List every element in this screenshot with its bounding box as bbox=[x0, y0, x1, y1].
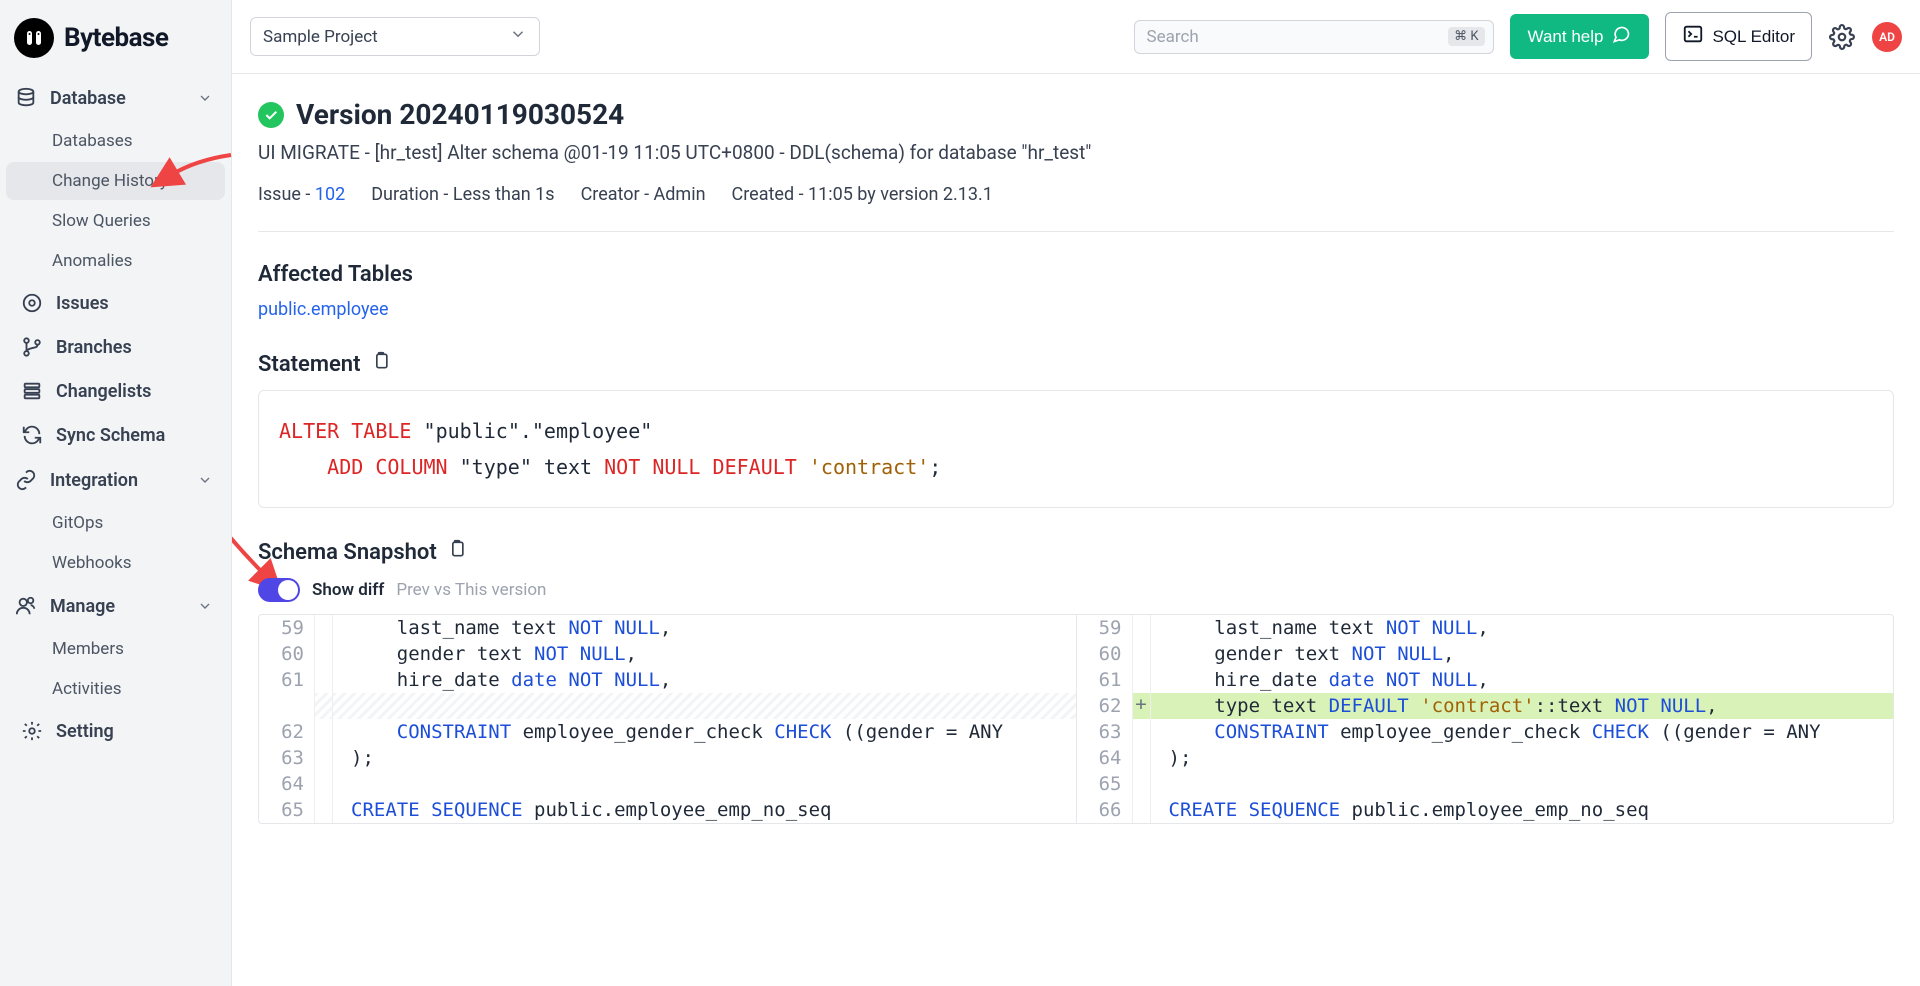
sidebar-item-slow-queries[interactable]: Slow Queries bbox=[6, 202, 225, 240]
avatar[interactable]: AD bbox=[1872, 22, 1902, 52]
database-icon bbox=[14, 86, 38, 110]
chevron-down-icon bbox=[193, 468, 217, 492]
diff-line: 60 gender text NOT NULL, bbox=[1077, 641, 1894, 667]
page-title: Version 20240119030524 bbox=[296, 98, 624, 131]
affected-tables-heading: Affected Tables bbox=[258, 262, 1894, 287]
diff-pane-prev: 59 last_name text NOT NULL,60 gender tex… bbox=[259, 615, 1077, 823]
diff-line: 65CREATE SEQUENCE public.employee_emp_no… bbox=[259, 797, 1076, 823]
sidebar-group-label: Database bbox=[50, 88, 126, 109]
diff-line: 63); bbox=[259, 745, 1076, 771]
sidebar-group-integration[interactable]: Integration bbox=[0, 458, 231, 502]
sidebar-item-gitops[interactable]: GitOps bbox=[6, 504, 225, 542]
want-help-button[interactable]: Want help bbox=[1510, 14, 1650, 59]
kbd-shortcut: ⌘ K bbox=[1448, 27, 1484, 46]
diff-line: 66CREATE SEQUENCE public.employee_emp_no… bbox=[1077, 797, 1894, 823]
diff-line: 64); bbox=[1077, 745, 1894, 771]
branch-icon bbox=[20, 335, 44, 359]
sidebar-item-sync-schema[interactable]: Sync Schema bbox=[6, 414, 225, 456]
users-icon bbox=[14, 594, 38, 618]
bytebase-logo-icon bbox=[14, 18, 54, 58]
diff-line: 63 CONSTRAINT employee_gender_check CHEC… bbox=[1077, 719, 1894, 745]
sidebar-item-databases[interactable]: Databases bbox=[6, 122, 225, 160]
changelist-icon bbox=[20, 379, 44, 403]
sql-editor-button[interactable]: SQL Editor bbox=[1665, 12, 1812, 61]
sidebar-group-manage[interactable]: Manage bbox=[0, 584, 231, 628]
diff-line: 61 hire_date date NOT NULL, bbox=[259, 667, 1076, 693]
statement-heading: Statement bbox=[258, 350, 1894, 378]
sidebar-item-activities[interactable]: Activities bbox=[6, 670, 225, 708]
sidebar-group-database[interactable]: Database bbox=[0, 76, 231, 120]
show-diff-label: Show diff bbox=[312, 580, 384, 600]
clipboard-icon[interactable] bbox=[447, 538, 467, 566]
main: Sample Project Search ⌘ K Want help SQL … bbox=[232, 0, 1920, 986]
affected-table-link[interactable]: public.employee bbox=[258, 299, 389, 320]
diff-line: 64 bbox=[259, 771, 1076, 797]
page-subtitle: UI MIGRATE - [hr_test] Alter schema @01-… bbox=[258, 141, 1894, 164]
diff-line: 59 last_name text NOT NULL, bbox=[1077, 615, 1894, 641]
settings-button[interactable] bbox=[1828, 23, 1856, 51]
sidebar-item-members[interactable]: Members bbox=[6, 630, 225, 668]
sidebar-item-changelists[interactable]: Changelists bbox=[6, 370, 225, 412]
success-icon bbox=[258, 102, 284, 128]
sidebar: Bytebase Database Databases Change Histo… bbox=[0, 0, 232, 986]
search-input[interactable]: Search ⌘ K bbox=[1134, 20, 1494, 54]
logo[interactable]: Bytebase bbox=[0, 12, 231, 76]
sidebar-item-change-history[interactable]: Change History bbox=[6, 162, 225, 200]
meta-creator: Creator - Admin bbox=[581, 184, 706, 205]
chevron-down-icon bbox=[509, 25, 527, 48]
diff-line: 62+ type text DEFAULT 'contract'::text N… bbox=[1077, 693, 1894, 719]
diff-line: 61 hire_date date NOT NULL, bbox=[1077, 667, 1894, 693]
diff-line: 62 CONSTRAINT employee_gender_check CHEC… bbox=[259, 719, 1076, 745]
chevron-down-icon bbox=[193, 86, 217, 110]
diff-pane-this: 59 last_name text NOT NULL,60 gender tex… bbox=[1077, 615, 1894, 823]
content: Version 20240119030524 UI MIGRATE - [hr_… bbox=[232, 74, 1920, 848]
sidebar-item-issues[interactable]: Issues bbox=[6, 282, 225, 324]
sidebar-item-setting[interactable]: Setting bbox=[6, 710, 225, 752]
show-diff-sublabel: Prev vs This version bbox=[396, 580, 546, 600]
terminal-icon bbox=[1682, 23, 1704, 50]
topbar: Sample Project Search ⌘ K Want help SQL … bbox=[232, 0, 1920, 74]
diff-line bbox=[259, 693, 1076, 719]
meta-duration: Duration - Less than 1s bbox=[371, 184, 554, 205]
diff-line: 65 bbox=[1077, 771, 1894, 797]
sidebar-item-anomalies[interactable]: Anomalies bbox=[6, 242, 225, 280]
diff-viewer: 59 last_name text NOT NULL,60 gender tex… bbox=[258, 614, 1894, 824]
issues-icon bbox=[20, 291, 44, 315]
show-diff-toggle[interactable] bbox=[258, 578, 300, 602]
issue-link[interactable]: 102 bbox=[315, 184, 345, 205]
diff-line: 60 gender text NOT NULL, bbox=[259, 641, 1076, 667]
gear-icon bbox=[20, 719, 44, 743]
project-selector[interactable]: Sample Project bbox=[250, 17, 540, 56]
sync-icon bbox=[20, 423, 44, 447]
statement-code: ALTER TABLE "public"."employee" ADD COLU… bbox=[258, 390, 1894, 508]
sidebar-item-webhooks[interactable]: Webhooks bbox=[6, 544, 225, 582]
chat-icon bbox=[1611, 24, 1631, 49]
brand-name: Bytebase bbox=[64, 23, 168, 53]
meta-issue: Issue - 102 bbox=[258, 184, 345, 205]
diff-line: 59 last_name text NOT NULL, bbox=[259, 615, 1076, 641]
chevron-down-icon bbox=[193, 594, 217, 618]
link-icon bbox=[14, 468, 38, 492]
meta-row: Issue - 102 Duration - Less than 1s Crea… bbox=[258, 184, 1894, 232]
schema-snapshot-heading: Schema Snapshot bbox=[258, 538, 1894, 566]
clipboard-icon[interactable] bbox=[371, 350, 391, 378]
meta-created: Created - 11:05 by version 2.13.1 bbox=[732, 184, 993, 205]
sidebar-item-branches[interactable]: Branches bbox=[6, 326, 225, 368]
